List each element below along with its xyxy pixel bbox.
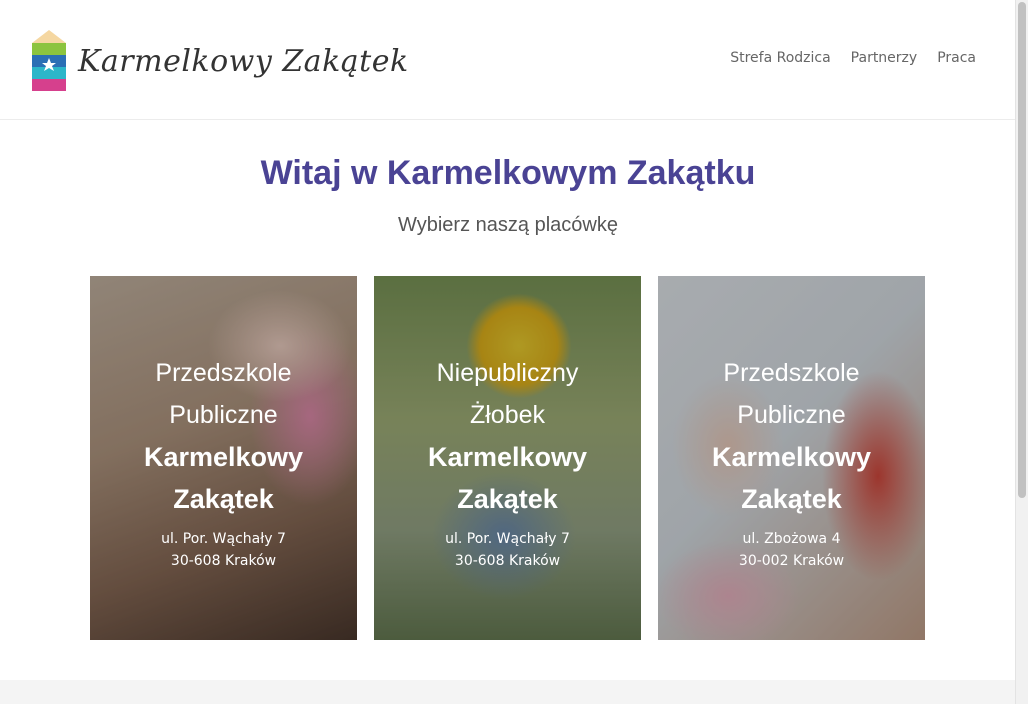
card-name-line: Zakątek [457,484,558,514]
nav-strefa-rodzica[interactable]: Strefa Rodzica [730,50,830,66]
facility-cards: Przedszkole Publiczne Karmelkowy Zakątek… [90,276,925,640]
card-type-line: Przedszkole [155,359,292,387]
footer-strip [0,680,1016,704]
scrollbar-thumb[interactable] [1018,2,1026,498]
logo[interactable]: Karmelkowy Zakątek [30,26,408,96]
card-address-street: ul. Por. Wąchały 7 [445,531,570,547]
nav-partnerzy[interactable]: Partnerzy [851,50,918,66]
page-title: Witaj w Karmelkowym Zakątku [260,154,756,192]
facility-card-przedszkole-zbozowa[interactable]: Przedszkole Publiczne Karmelkowy Zakątek… [658,276,925,640]
card-type-line: Przedszkole [723,359,860,387]
page-subtitle: Wybierz naszą placówkę [398,214,618,236]
card-address-city: 30-608 Kraków [170,553,277,569]
card-address-street: ul. Zbożowa 4 [742,531,841,547]
card-name-line: Zakątek [173,484,274,514]
page-scrollbar[interactable] [1015,0,1028,704]
card-address-city: 30-608 Kraków [454,553,561,569]
card-type-line: Żłobek [469,401,546,429]
card-name-line: Zakątek [741,484,842,514]
facility-card-zlobek-wachaly[interactable]: Niepubliczny Żłobek Karmelkowy Zakątek u… [374,276,641,640]
card-address-city: 30-002 Kraków [738,553,845,569]
facility-card-przedszkole-wachaly[interactable]: Przedszkole Publiczne Karmelkowy Zakątek… [90,276,357,640]
card-name-line: Karmelkowy [143,442,304,472]
card-type-line: Niepubliczny [436,359,579,387]
nav-praca[interactable]: Praca [937,50,976,66]
pencil-logo-icon [30,30,68,92]
card-type-line: Publiczne [737,401,846,429]
card-address-street: ul. Por. Wąchały 7 [161,531,286,547]
card-name-line: Karmelkowy [427,442,588,472]
site-header: Karmelkowy Zakątek Strefa Rodzica Partne… [0,0,1016,120]
card-name-line: Karmelkowy [711,442,872,472]
logo-text: Karmelkowy Zakątek [78,43,409,79]
card-type-line: Publiczne [169,401,278,429]
page: Karmelkowy Zakątek Strefa Rodzica Partne… [0,0,1016,704]
main-nav: Strefa Rodzica Partnerzy Praca [730,50,976,66]
